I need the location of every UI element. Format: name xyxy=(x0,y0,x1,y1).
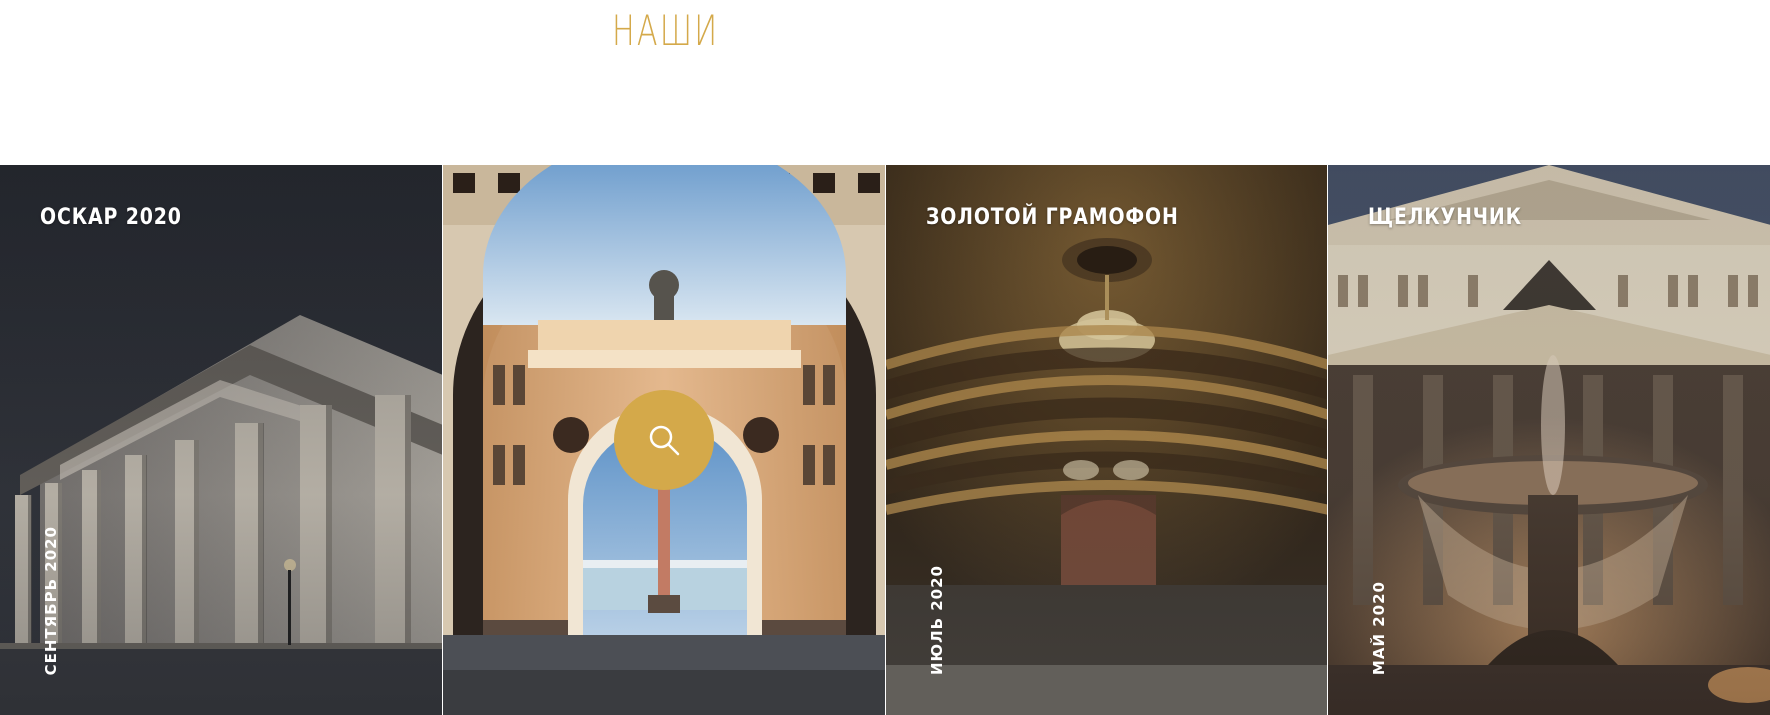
card-overlay xyxy=(1328,165,1770,715)
gallery-card-oscar[interactable]: ОСКАР 2020 СЕНТЯБРЬ 2020 xyxy=(0,165,442,715)
card-title: ЗОЛОТОЙ ГРАМОФОН xyxy=(925,205,1179,230)
card-title: ЩЕЛКУНЧИК xyxy=(1368,205,1523,230)
card-date: ИЮЛЬ 2020 xyxy=(927,564,946,675)
card-date: СЕНТЯБРЬ 2020 xyxy=(42,525,60,675)
card-overlay xyxy=(885,165,1328,715)
gallery-card-nutcracker[interactable]: ЩЕЛКУНЧИК МАЙ 2020 xyxy=(1327,165,1770,715)
page: НАШИ ОСКАР 2020 СЕНТЯБРЬ 2020 ЗОЛОТОЙ ГР… xyxy=(0,0,1770,715)
gallery-card-arch[interactable] xyxy=(441,165,885,715)
search-icon xyxy=(649,425,679,456)
card-title: ОСКАР 2020 xyxy=(40,205,182,230)
card-overlay xyxy=(0,165,442,715)
gallery-card-gramophone[interactable]: ЗОЛОТОЙ ГРАМОФОН ИЮЛЬ 2020 xyxy=(884,165,1328,715)
zoom-button[interactable] xyxy=(613,390,714,490)
card-date: МАЙ 2020 xyxy=(1370,580,1389,675)
section-title: НАШИ xyxy=(612,6,720,55)
gallery: ОСКАР 2020 СЕНТЯБРЬ 2020 ЗОЛОТОЙ ГРАМОФО… xyxy=(0,165,1770,715)
